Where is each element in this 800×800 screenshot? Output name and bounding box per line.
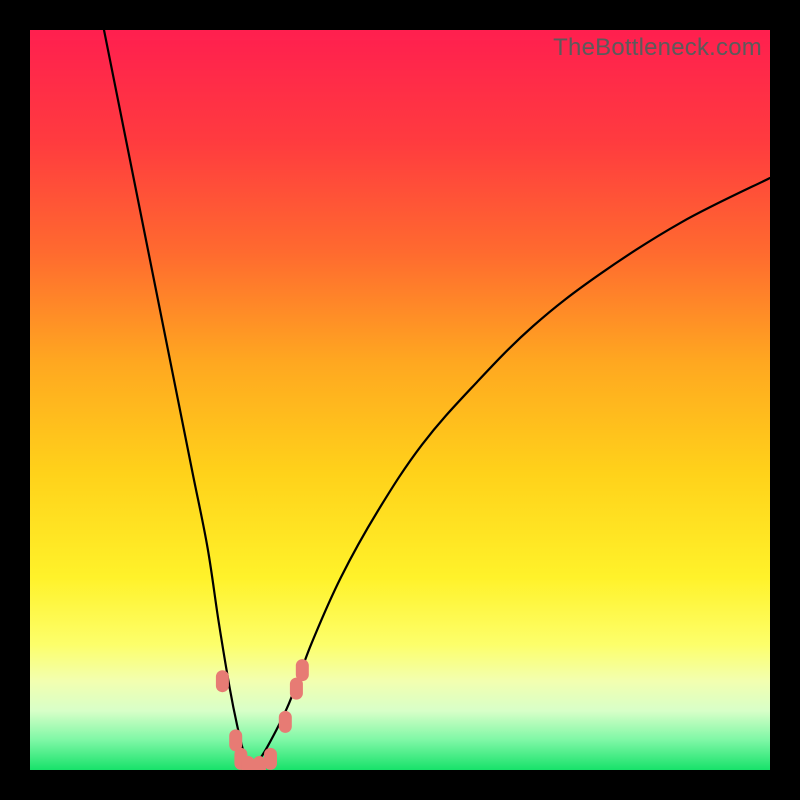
data-marker [216,670,229,692]
data-marker [264,748,277,770]
data-marker [242,756,255,770]
bottleneck-curve-chart [30,30,770,770]
chart-frame: TheBottleneck.com [30,30,770,770]
data-marker [279,711,292,733]
data-marker [296,659,309,681]
watermark-text: TheBottleneck.com [553,34,762,62]
gradient-background [30,30,770,770]
data-marker [253,756,266,770]
